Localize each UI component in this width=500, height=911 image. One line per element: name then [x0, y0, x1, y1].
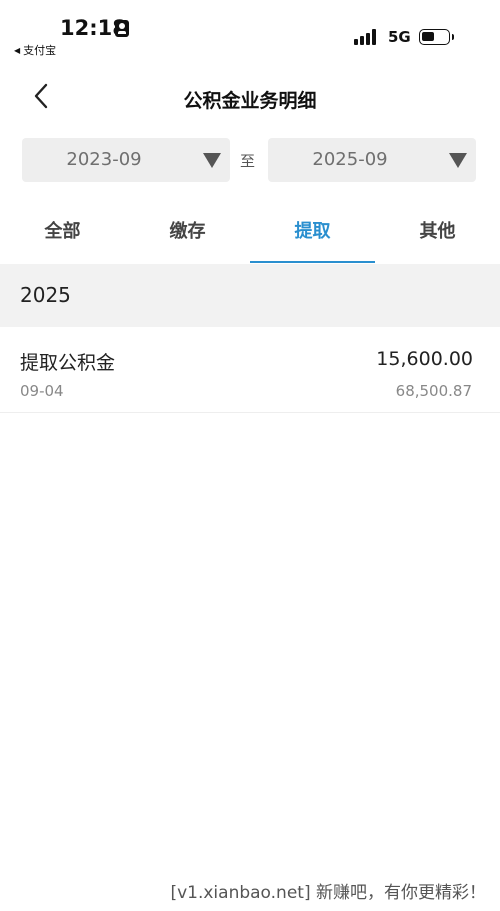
tab-label: 提取 — [294, 221, 331, 242]
start-date-value: 2023-09 — [66, 149, 142, 170]
back-to-app-link[interactable]: ◀ 支付宝 — [14, 42, 56, 58]
tab-label: 全部 — [44, 221, 81, 242]
record-title: 提取公积金 — [20, 352, 116, 374]
page-title: 公积金业务明细 — [183, 90, 317, 112]
tab-label: 缴存 — [169, 221, 206, 242]
back-triangle-icon: ◀ — [14, 45, 21, 55]
nav-bar: 公积金业务明细 — [0, 62, 500, 132]
tab-other[interactable]: 其他 — [375, 194, 500, 264]
record-amount: 15,600.00 — [376, 348, 473, 370]
dropdown-triangle-icon — [449, 153, 467, 168]
year-section-header: 2025 — [0, 264, 500, 327]
tab-deposit[interactable]: 缴存 — [125, 194, 250, 264]
watermark-text: [v1.xianbao.net] 新赚吧，有你更精彩！ — [170, 883, 486, 903]
cellular-signal-icon — [354, 28, 380, 45]
back-app-label: 支付宝 — [23, 44, 57, 57]
list-item[interactable]: 提取公积金 09-04 15,600.00 68,500.87 — [0, 327, 500, 413]
category-tabs: 全部 缴存 提取 其他 — [0, 194, 500, 264]
tab-label: 其他 — [419, 221, 456, 242]
network-type: 5G — [388, 28, 411, 46]
record-balance: 68,500.87 — [395, 382, 472, 400]
end-date-value: 2025-09 — [312, 149, 388, 170]
record-date: 09-04 — [20, 382, 64, 400]
date-range-filter: 2023-09 至 2025-09 — [0, 138, 500, 182]
tab-all[interactable]: 全部 — [0, 194, 125, 264]
contact-card-icon — [115, 20, 129, 37]
end-date-select[interactable]: 2025-09 — [268, 138, 476, 182]
battery-icon — [419, 29, 454, 45]
dropdown-triangle-icon — [203, 153, 221, 168]
date-separator: 至 — [240, 152, 256, 170]
year-label: 2025 — [20, 283, 71, 307]
start-date-select[interactable]: 2023-09 — [22, 138, 230, 182]
status-bar: 12:18 ◀ 支付宝 5G — [0, 0, 500, 62]
tab-withdraw[interactable]: 提取 — [250, 194, 375, 264]
